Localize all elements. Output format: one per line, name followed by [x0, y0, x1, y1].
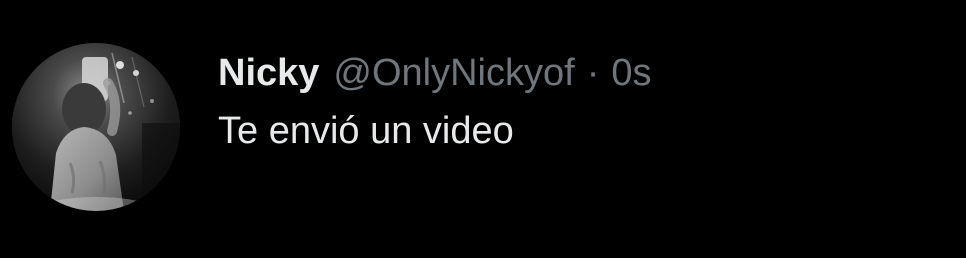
separator-dot: ·	[586, 52, 600, 94]
post-timestamp[interactable]: 0s	[611, 50, 651, 96]
display-name[interactable]: Nicky	[218, 50, 319, 96]
avatar-photo-icon	[12, 43, 180, 211]
user-handle[interactable]: @OnlyNickyof	[333, 50, 574, 96]
avatar[interactable]	[12, 43, 180, 211]
post-text: Te envió un video	[218, 110, 514, 152]
post-header: Nicky @OnlyNickyof · 0s	[218, 50, 946, 96]
post-content: Nicky @OnlyNickyof · 0s Te envió un vide…	[218, 50, 946, 154]
post-card[interactable]: Nicky @OnlyNickyof · 0s Te envió un vide…	[0, 0, 966, 258]
